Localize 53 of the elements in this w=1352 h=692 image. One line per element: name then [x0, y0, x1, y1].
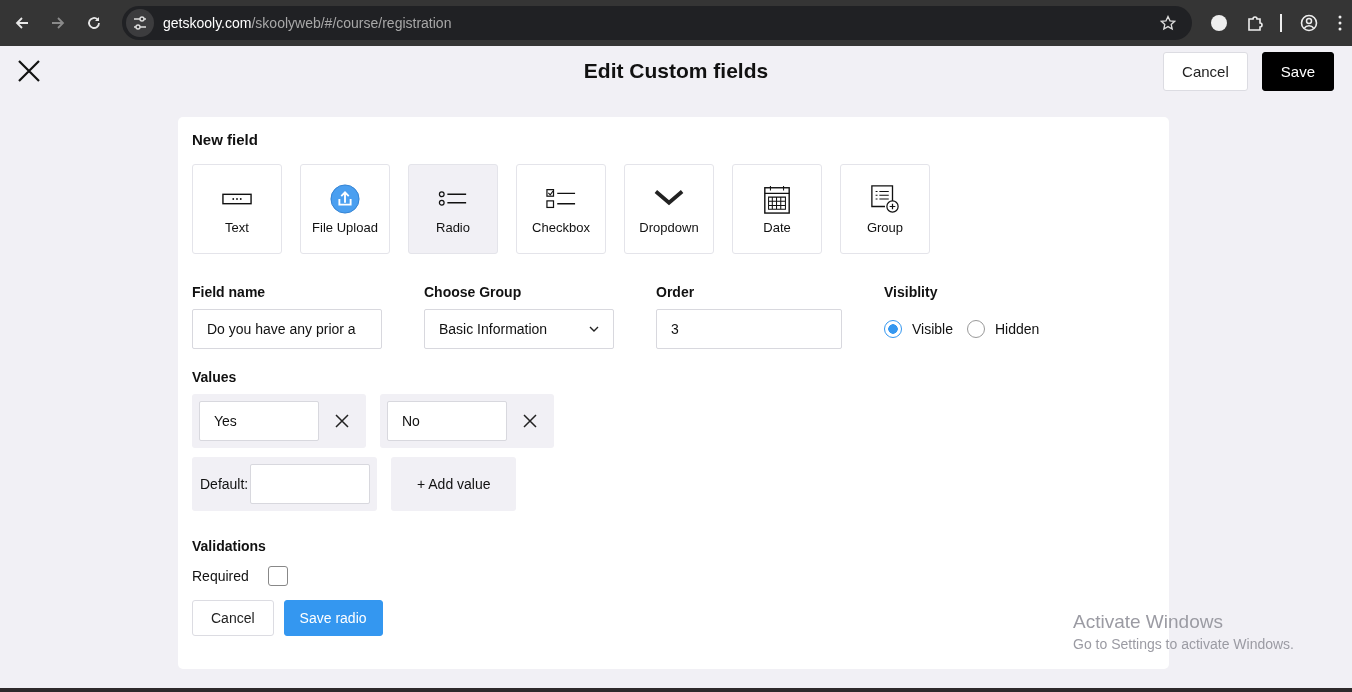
field-type-tile[interactable]: Text [192, 164, 282, 254]
list-add-icon [870, 183, 900, 214]
field-label: Field name [192, 284, 267, 300]
header-button[interactable]: Cancel [1163, 51, 1248, 91]
extension-icon[interactable] [1210, 14, 1228, 32]
default-label: Default: [200, 476, 249, 492]
more-icon[interactable] [1338, 15, 1342, 31]
field-label: Choose Group [424, 284, 523, 300]
puzzle-icon[interactable] [1246, 14, 1264, 32]
section-title: Validations [192, 538, 267, 554]
group-select[interactable]: Basic Information [424, 309, 614, 349]
site-settings-icon[interactable] [126, 9, 154, 37]
url-path: /skoolyweb/#/course/registration [251, 15, 452, 31]
activation-subtitle: Go to Settings to activate Windows. [1073, 636, 1294, 652]
value-input[interactable]: Yes [199, 401, 319, 441]
forward-icon[interactable] [50, 15, 66, 31]
back-icon[interactable] [14, 15, 30, 31]
radio-button[interactable] [884, 320, 902, 338]
url-host: getskooly.com [163, 15, 252, 31]
footer-button[interactable]: Cancel [192, 600, 274, 636]
field-type-tile[interactable]: Group [840, 164, 930, 254]
remove-icon[interactable] [523, 414, 537, 428]
star-icon[interactable] [1160, 15, 1176, 31]
field-label: Visiblity [884, 284, 939, 300]
address-bar[interactable]: getskooly.com/skoolyweb/#/course/registration [122, 6, 1192, 40]
upload-icon [330, 183, 360, 214]
add-value-button[interactable]: + Add value [391, 457, 517, 511]
field-label: Order [656, 284, 696, 300]
radio-label: Hidden [995, 321, 1040, 337]
profile-icon[interactable] [1300, 14, 1318, 32]
field-type-tile[interactable]: Radio [408, 164, 498, 254]
value-input[interactable]: No [387, 401, 507, 441]
chevron-down-icon [589, 326, 599, 332]
default-input[interactable] [250, 464, 371, 504]
required-checkbox[interactable] [267, 566, 288, 586]
order-input[interactable]: 3 [656, 309, 842, 349]
header-button[interactable]: Save [1261, 51, 1334, 91]
calendar-icon [762, 183, 792, 214]
remove-icon[interactable] [335, 414, 349, 428]
radio-button[interactable] [967, 320, 985, 338]
radio-label: Visible [912, 321, 953, 337]
field-type-tile[interactable]: File Upload [300, 164, 390, 254]
field-type-tile[interactable]: Date [732, 164, 822, 254]
reload-icon[interactable] [86, 15, 102, 31]
page-title: Edit Custom fields [583, 59, 769, 83]
field-type-tile[interactable]: Checkbox [516, 164, 606, 254]
activation-title: Activate Windows [1073, 611, 1224, 633]
close-icon[interactable] [18, 60, 40, 82]
required-label: Required [192, 568, 249, 584]
section-title: New field [192, 131, 259, 148]
field-name-input[interactable]: Do you have any prior a [192, 309, 382, 349]
section-title: Values [192, 369, 238, 385]
field-type-tile[interactable]: Dropdown [624, 164, 714, 254]
